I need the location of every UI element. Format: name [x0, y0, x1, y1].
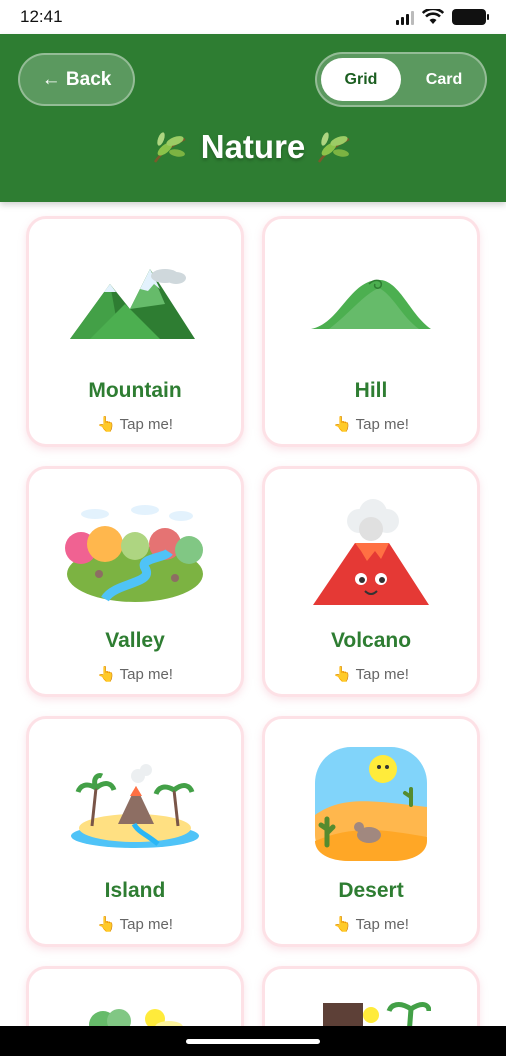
island-icon [29, 749, 241, 859]
leaf-icon [153, 132, 186, 163]
pointing-hand-icon: 👆 [333, 916, 352, 933]
card-title: Mountain [88, 379, 182, 402]
back-button[interactable]: ← Back [18, 53, 135, 106]
home-indicator[interactable] [186, 1039, 320, 1044]
card-title: Valley [105, 629, 165, 652]
hint-text: Tap me! [119, 916, 173, 933]
signal-icon [396, 9, 414, 25]
nature-card-hill[interactable]: Hill 👆 Tap me! [262, 216, 480, 447]
status-icons [396, 9, 489, 25]
status-bar: 12:41 [0, 0, 506, 34]
page-title: Nature [200, 128, 306, 165]
hint-text: Tap me! [355, 666, 409, 683]
header: ← Back Grid Card Nature [0, 34, 506, 202]
pointing-hand-icon: 👆 [97, 916, 116, 933]
nature-card-valley[interactable]: Valley 👆 Tap me! [26, 466, 244, 697]
pointing-hand-icon: 👆 [97, 666, 116, 683]
system-navigation-bar [0, 1026, 506, 1056]
hint-text: Tap me! [119, 416, 173, 433]
volcano-icon [265, 499, 477, 609]
desert-icon [265, 747, 477, 861]
view-toggle[interactable]: Grid Card [315, 52, 487, 107]
valley-icon [29, 499, 241, 609]
nature-card-mountain[interactable]: Mountain 👆 Tap me! [26, 216, 244, 447]
pointing-hand-icon: 👆 [97, 416, 116, 433]
hint-text: Tap me! [355, 916, 409, 933]
status-time: 12:41 [20, 7, 63, 26]
battery-icon [452, 9, 489, 25]
pointing-hand-icon: 👆 [333, 666, 352, 683]
card-hint: 👆 Tap me! [29, 665, 241, 683]
wifi-icon [422, 9, 444, 24]
title-row: Nature [0, 122, 506, 172]
toggle-card-option[interactable]: Card [405, 58, 483, 101]
leaf-icon [318, 132, 350, 163]
nature-card-island[interactable]: Island 👆 Tap me! [26, 716, 244, 947]
card-title: Island [104, 879, 166, 902]
card-hint: 👆 Tap me! [265, 665, 477, 683]
card-hint: 👆 Tap me! [29, 415, 241, 433]
card-title: Hill [354, 379, 388, 402]
card-hint: 👆 Tap me! [29, 915, 241, 933]
pointing-hand-icon: 👆 [333, 416, 352, 433]
nature-card-volcano[interactable]: Volcano 👆 Tap me! [262, 466, 480, 697]
mountain-icon [29, 249, 241, 359]
hint-text: Tap me! [355, 416, 409, 433]
hill-icon [265, 249, 477, 359]
card-hint: 👆 Tap me! [265, 915, 477, 933]
nature-card-desert[interactable]: Desert 👆 Tap me! [262, 716, 480, 947]
card-title: Desert [338, 879, 404, 902]
toggle-grid-option[interactable]: Grid [321, 58, 401, 101]
card-hint: 👆 Tap me! [265, 415, 477, 433]
card-title: Volcano [330, 629, 412, 652]
hint-text: Tap me! [119, 666, 173, 683]
